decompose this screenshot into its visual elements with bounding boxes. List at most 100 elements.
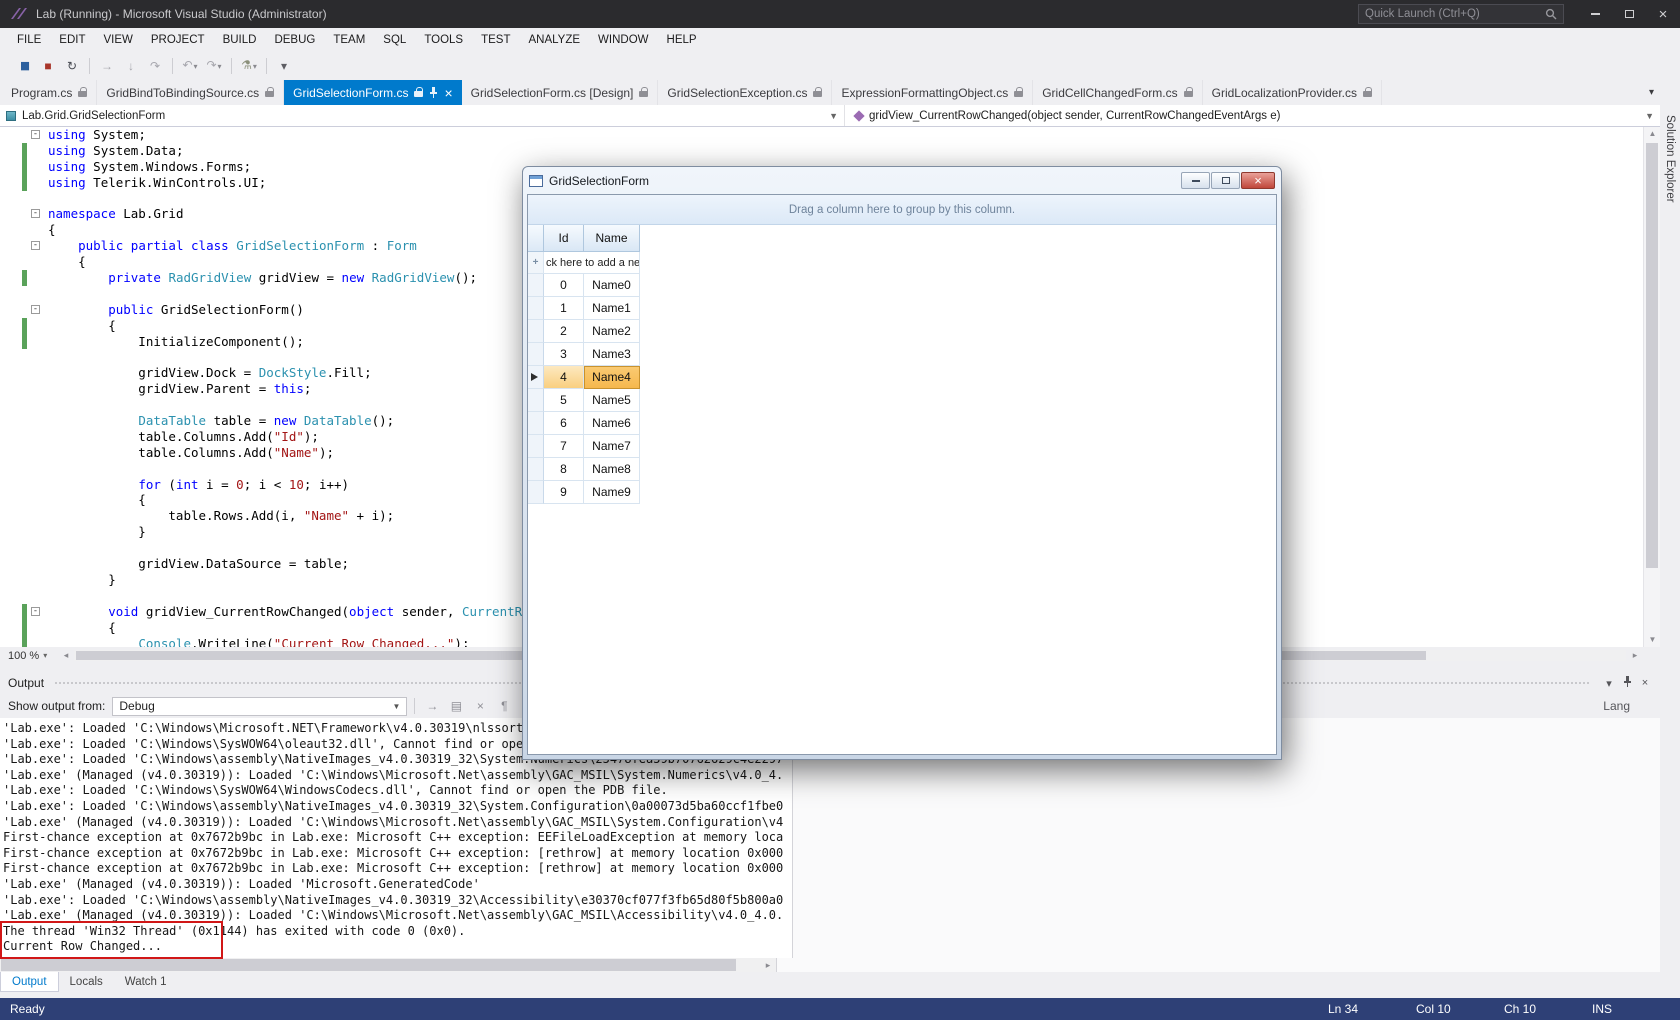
cell-name[interactable]: Name8 (584, 458, 640, 481)
grid-row-5[interactable]: 5 Name5 (528, 389, 1276, 412)
scrollbar-track[interactable] (0, 958, 760, 972)
tool-tab-watch-1[interactable]: Watch 1 (114, 972, 178, 992)
cell-name[interactable]: Name1 (584, 297, 640, 320)
cell-id[interactable]: 7 (544, 435, 584, 458)
form-title-bar[interactable]: GridSelectionForm × (523, 167, 1281, 194)
auto-hide-pin-icon[interactable] (1618, 675, 1636, 691)
cell-id[interactable]: 1 (544, 297, 584, 320)
row-header-cell[interactable] (528, 435, 544, 458)
grid-row-2[interactable]: 2 Name2 (528, 320, 1276, 343)
cell-name[interactable]: Name4 (584, 366, 640, 389)
fold-toggle-icon[interactable]: - (31, 241, 40, 251)
step-into-icon[interactable]: ↓ (119, 56, 143, 76)
redo-icon[interactable]: ↷▾ (202, 55, 226, 77)
cell-name[interactable]: Name5 (584, 389, 640, 412)
quick-launch-input[interactable]: Quick Launch (Ctrl+Q) (1358, 4, 1564, 24)
grid-row-4[interactable]: 4 Name4 (528, 366, 1276, 389)
scroll-down-icon[interactable]: ▼ (1644, 633, 1660, 647)
scroll-right-icon[interactable]: ▸ (1627, 650, 1643, 661)
row-header-cell[interactable] (528, 458, 544, 481)
close-button[interactable]: × (1646, 0, 1680, 28)
grid-corner-cell[interactable] (528, 225, 544, 252)
menu-item-debug[interactable]: DEBUG (265, 28, 324, 52)
menu-item-sql[interactable]: SQL (374, 28, 415, 52)
form-close-button[interactable]: × (1241, 172, 1275, 189)
row-header-cell[interactable] (528, 412, 544, 435)
menu-item-team[interactable]: TEAM (324, 28, 374, 52)
tool-tab-output[interactable]: Output (0, 972, 59, 992)
tab-gridlocalizationprovider-cs[interactable]: GridLocalizationProvider.cs (1203, 80, 1383, 105)
scrollbar-thumb[interactable] (1646, 143, 1658, 568)
row-header-cell[interactable] (528, 274, 544, 297)
step-over-icon[interactable]: ↷ (143, 56, 167, 76)
cell-id[interactable]: 4 (544, 366, 584, 389)
row-header-cell[interactable] (528, 343, 544, 366)
minimize-button[interactable] (1578, 0, 1612, 28)
tab-gridbindtobindingsource-cs[interactable]: GridBindToBindingSource.cs (97, 80, 285, 105)
menu-item-help[interactable]: HELP (658, 28, 706, 52)
menu-item-tools[interactable]: TOOLS (415, 28, 472, 52)
type-dropdown[interactable]: Lab.Grid.GridSelectionForm ▼ (0, 105, 845, 126)
fold-toggle-icon[interactable]: - (31, 606, 40, 616)
maximize-button[interactable] (1612, 0, 1646, 28)
show-next-statement-icon[interactable]: → (95, 56, 119, 76)
fold-toggle-icon[interactable]: - (31, 304, 40, 314)
solution-explorer-tab[interactable]: Solution Explorer (1660, 105, 1680, 998)
output-horizontal-scrollbar[interactable]: ▸ (0, 958, 1660, 972)
tab-gridselectionexception-cs[interactable]: GridSelectionException.cs (658, 80, 833, 105)
cell-id[interactable]: 9 (544, 481, 584, 504)
grid-group-panel[interactable]: Drag a column here to group by this colu… (528, 195, 1276, 225)
cell-name[interactable]: Name6 (584, 412, 640, 435)
tool-tab-locals[interactable]: Locals (59, 972, 114, 992)
row-header-cell[interactable] (528, 297, 544, 320)
test-flask-icon[interactable]: ⚗▾ (237, 55, 261, 77)
editor-vertical-scrollbar[interactable]: ▲ ▼ (1643, 127, 1660, 647)
menu-item-window[interactable]: WINDOW (589, 28, 657, 52)
tab-list-chevron-icon[interactable]: ▾ (1649, 87, 1654, 98)
window-position-icon[interactable]: ▾ (1600, 677, 1618, 690)
cell-id[interactable]: 6 (544, 412, 584, 435)
cell-name[interactable]: Name9 (584, 481, 640, 504)
form-minimize-button[interactable] (1181, 172, 1210, 189)
column-header-name[interactable]: Name (584, 225, 640, 252)
row-header-cell[interactable] (528, 481, 544, 504)
break-all-icon[interactable]: ▮▮ (12, 56, 36, 76)
menu-item-edit[interactable]: EDIT (50, 28, 94, 52)
form-maximize-button[interactable] (1211, 172, 1240, 189)
cell-name[interactable]: Name3 (584, 343, 640, 366)
output-source-dropdown[interactable]: Debug ▼ (112, 696, 408, 716)
member-dropdown[interactable]: gridView_CurrentRowChanged(object sender… (845, 105, 1660, 126)
fold-toggle-icon[interactable]: - (31, 130, 40, 139)
tab-expressionformattingobject-cs[interactable]: ExpressionFormattingObject.cs (832, 80, 1034, 105)
cell-id[interactable]: 2 (544, 320, 584, 343)
tab-gridselectionform-cs[interactable]: GridSelectionForm.cs × (284, 80, 462, 105)
clear-all-icon[interactable]: ▤ (446, 699, 466, 713)
stop-icon[interactable]: ■ (36, 56, 60, 76)
tab-gridselectionform-cs-design[interactable]: GridSelectionForm.cs [Design] (462, 80, 659, 105)
cell-id[interactable]: 3 (544, 343, 584, 366)
tab-program-cs[interactable]: Program.cs (2, 80, 98, 105)
tab-close-icon[interactable]: × (444, 86, 452, 100)
add-new-row[interactable]: + ck here to add a ne (528, 252, 1276, 274)
scroll-up-icon[interactable]: ▲ (1644, 127, 1660, 141)
zoom-control[interactable]: 100 % ▾ (0, 650, 58, 662)
cell-name[interactable]: Name2 (584, 320, 640, 343)
grid-row-1[interactable]: 1 Name1 (528, 297, 1276, 320)
pin-icon[interactable] (429, 86, 438, 99)
row-header-cell[interactable] (528, 389, 544, 412)
grid-row-0[interactable]: 0 Name0 (528, 274, 1276, 297)
scroll-left-icon[interactable]: ◂ (58, 650, 74, 661)
cell-name[interactable]: Name0 (584, 274, 640, 297)
goto-message-icon[interactable]: → (422, 699, 442, 713)
grid-row-8[interactable]: 8 Name8 (528, 458, 1276, 481)
column-header-id[interactable]: Id (544, 225, 584, 252)
word-wrap-icon[interactable]: ¶ (494, 699, 514, 713)
grid-row-6[interactable]: 6 Name6 (528, 412, 1276, 435)
scrollbar-thumb[interactable] (1, 959, 736, 971)
close-panel-icon[interactable]: × (1636, 677, 1654, 689)
menu-item-view[interactable]: VIEW (95, 28, 142, 52)
cell-id[interactable]: 0 (544, 274, 584, 297)
row-header-cell[interactable] (528, 320, 544, 343)
menu-item-project[interactable]: PROJECT (142, 28, 214, 52)
tab-gridcellchangedform-cs[interactable]: GridCellChangedForm.cs (1033, 80, 1203, 105)
